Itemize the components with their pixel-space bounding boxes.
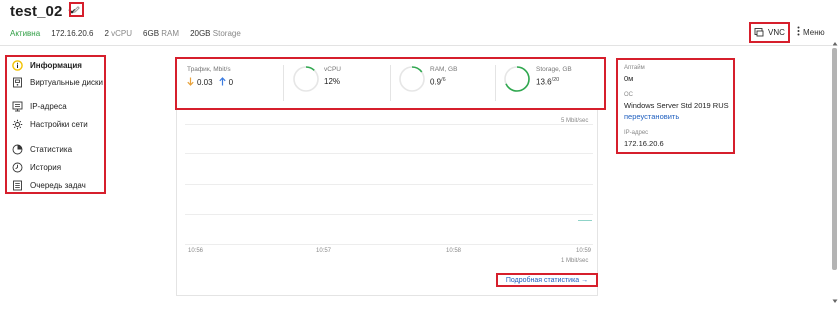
traffic-values: 0.03 0 bbox=[187, 77, 233, 88]
sidebar-item-history[interactable]: История bbox=[12, 161, 61, 174]
clock-icon bbox=[12, 162, 23, 173]
header-divider bbox=[0, 45, 832, 46]
os-value: Windows Server Std 2019 RUS bbox=[624, 101, 729, 110]
detailed-stats-link[interactable]: Подробная статистика → bbox=[496, 273, 598, 287]
arrow-up-icon bbox=[218, 77, 226, 88]
ip-value: 172.16.20.6 bbox=[624, 139, 664, 148]
menu-button[interactable]: Меню bbox=[797, 26, 825, 38]
task-list-icon bbox=[12, 180, 23, 191]
network-gear-icon bbox=[12, 119, 23, 130]
x-tick-label: 10:58 bbox=[446, 248, 462, 254]
uptime-value: 0м bbox=[624, 74, 634, 83]
page-scrollbar-thumb[interactable] bbox=[832, 48, 837, 270]
metric-divider bbox=[283, 65, 284, 101]
chart-gridline bbox=[185, 244, 593, 245]
sidebar-item-network[interactable]: Настройки сети bbox=[12, 118, 88, 131]
pie-chart-icon bbox=[12, 144, 23, 155]
info-icon bbox=[12, 60, 23, 71]
sidebar-item-stats[interactable]: Статистика bbox=[12, 143, 72, 156]
sidebar-item-tasks[interactable]: Очередь задач bbox=[12, 179, 86, 192]
sidebar-item-disks[interactable]: Виртуальные диски bbox=[12, 76, 103, 89]
sidebar-item-ip[interactable]: IP-адреса bbox=[12, 100, 67, 113]
chart-gridline bbox=[185, 214, 593, 215]
menu-label: Меню bbox=[803, 27, 825, 37]
chart-gridline bbox=[185, 184, 593, 185]
vm-title: test_02 bbox=[10, 2, 63, 20]
storage-metric: Storage, GB 13.6/20 bbox=[536, 66, 572, 101]
y-axis-top-label: 5 Mbit/sec bbox=[561, 118, 589, 124]
metric-divider bbox=[390, 65, 391, 101]
vm-storage: 20GB Storage bbox=[190, 29, 241, 38]
vnc-label: VNC bbox=[768, 28, 785, 37]
console-icon bbox=[754, 27, 764, 39]
storage-ring bbox=[504, 66, 530, 92]
sidebar-item-label: Настройки сети bbox=[30, 120, 88, 129]
ram-value: 0.9/6 bbox=[430, 77, 446, 87]
vm-ram: 6GB RAM bbox=[143, 29, 180, 38]
uptime-label: Аптайм bbox=[624, 65, 645, 71]
x-tick-label: 10:57 bbox=[316, 248, 332, 254]
traffic-down-value: 0.03 bbox=[197, 78, 213, 87]
vcpu-value: 12% bbox=[324, 77, 341, 86]
ram-ring bbox=[399, 66, 425, 92]
storage-value: 13.6/20 bbox=[536, 77, 560, 87]
sidebar-item-info[interactable]: Информация bbox=[12, 59, 82, 72]
scroll-down-arrow-icon[interactable] bbox=[831, 298, 839, 305]
status-badge: Активна bbox=[10, 29, 41, 38]
sidebar-nav: Информация Виртуальные диски IP-адреса Н… bbox=[5, 55, 106, 194]
os-label: ОС bbox=[624, 92, 633, 98]
vm-summary: Активна 172.16.20.6 2 vCPU 6GB RAM 20GB … bbox=[10, 29, 241, 38]
kebab-icon bbox=[797, 26, 800, 38]
sidebar-item-label: Очередь задач bbox=[30, 181, 86, 190]
vm-ip: 172.16.20.6 bbox=[51, 29, 94, 38]
chart-gridline bbox=[185, 124, 593, 125]
sidebar-item-label: Статистика bbox=[30, 145, 73, 154]
ip-icon bbox=[12, 101, 23, 112]
vnc-button[interactable]: VNC bbox=[749, 22, 790, 43]
x-tick-label: 10:59 bbox=[576, 248, 592, 254]
rename-button[interactable] bbox=[69, 2, 84, 17]
reinstall-link[interactable]: переустановить bbox=[624, 112, 679, 121]
vcpu-label: vCPU bbox=[324, 66, 341, 73]
metric-divider bbox=[495, 65, 496, 101]
vm-title-row: test_02 bbox=[10, 2, 77, 20]
sidebar-item-label: Виртуальные диски bbox=[30, 78, 103, 87]
arrow-down-icon bbox=[187, 77, 194, 88]
disk-icon bbox=[12, 77, 23, 88]
ram-label: RAM, GB bbox=[430, 66, 458, 73]
metrics-strip: Трафик, Mbit/s 0.03 0 vCPU 12% RAM, GB 0… bbox=[175, 57, 606, 110]
vcpu-ring bbox=[293, 66, 319, 92]
pencil-icon bbox=[72, 1, 81, 19]
sidebar-item-label: История bbox=[30, 163, 62, 172]
vm-info-panel: Аптайм 0м ОС Windows Server Std 2019 RUS… bbox=[616, 58, 735, 154]
traffic-label: Трафик, Mbit/s bbox=[187, 66, 231, 73]
vcpu-metric: vCPU 12% bbox=[324, 66, 341, 101]
sidebar-item-label: IP-адреса bbox=[30, 102, 67, 111]
scroll-up-arrow-icon[interactable] bbox=[831, 40, 839, 47]
ip-label: IP-адрес bbox=[624, 130, 649, 136]
storage-label: Storage, GB bbox=[536, 66, 572, 73]
x-tick-label: 10:56 bbox=[188, 248, 204, 254]
traffic-up-value: 0 bbox=[228, 78, 234, 87]
sidebar-item-label: Информация bbox=[30, 61, 82, 70]
traffic-series-line bbox=[578, 220, 592, 221]
y-axis-bottom-label: 1 Mbit/sec bbox=[561, 258, 589, 264]
traffic-metric: Трафик, Mbit/s 0.03 0 bbox=[187, 66, 233, 101]
ram-metric: RAM, GB 0.9/6 bbox=[430, 66, 457, 101]
chart-gridline bbox=[185, 153, 593, 154]
vm-vcpu: 2 vCPU bbox=[104, 29, 133, 38]
